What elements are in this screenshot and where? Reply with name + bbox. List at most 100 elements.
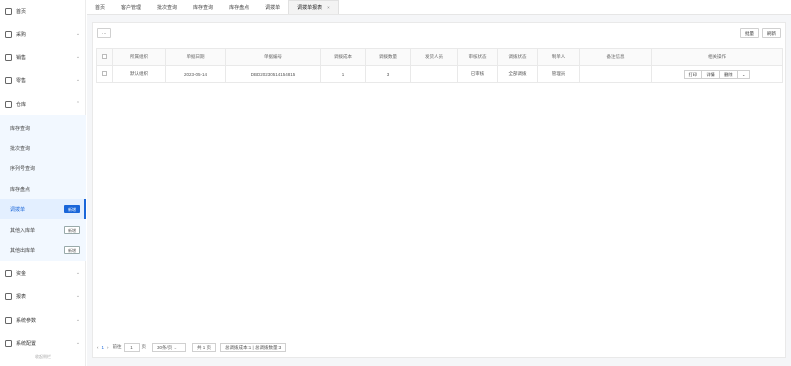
sidebar-item-label: 采购 — [16, 31, 27, 38]
chevron-down-icon: ⌄ — [75, 340, 81, 346]
delete-button[interactable]: 删除 — [719, 69, 738, 79]
sidebar-item-label: 系统配置 — [16, 340, 37, 347]
tab-label: 调拨单 — [265, 4, 281, 11]
page-size-select[interactable]: 30条/页 ⌄ — [152, 342, 187, 352]
row-select-cell[interactable] — [96, 65, 113, 83]
qty-cell: 3 — [365, 65, 411, 83]
number-cell: DBD20230514154815 — [225, 65, 321, 83]
goto-page-input[interactable]: 1 — [123, 342, 140, 352]
chevron-down-icon: ⌄ — [75, 270, 81, 276]
summary-label: 总调拨成本:1 | 总调拨数量:3 — [220, 342, 287, 352]
prev-page-button[interactable]: ‹ — [97, 345, 99, 350]
goto-label: 前往 — [112, 344, 122, 349]
tab-stock-query[interactable]: 库存查询 — [185, 0, 221, 14]
tab-transfer[interactable]: 调拨单 — [257, 0, 288, 14]
monitor-icon — [5, 7, 12, 15]
submenu-item-label: 其他出库单 — [10, 247, 36, 254]
tab-label: 库存盘点 — [229, 4, 250, 11]
sidebar-item-funds[interactable]: 资金 ⌄ — [0, 262, 86, 284]
tab-label: 调拨单报表 — [297, 5, 323, 11]
detail-button[interactable]: 详情 — [701, 69, 720, 79]
column-header[interactable]: 所属组织 — [112, 48, 166, 66]
collapse-sidebar-button[interactable]: 收起侧栏 — [0, 354, 86, 360]
upload-icon — [5, 53, 12, 61]
page-size-value: 30条/页 — [157, 344, 173, 350]
date-cell: 2023-05-14 — [165, 65, 226, 83]
submenu-item-serial-query[interactable]: 序列号查询 — [0, 158, 86, 178]
total-pages-label: 共 1 页 — [192, 342, 217, 352]
chevron-down-icon[interactable]: ⌄ — [736, 69, 751, 79]
column-header[interactable]: 制单人 — [537, 48, 580, 66]
page-unit-label: 页 — [141, 344, 147, 349]
submenu-item-batch-query[interactable]: 批次查询 — [0, 138, 86, 158]
sidebar-item-label: 报表 — [16, 293, 27, 300]
sidebar-item-sales[interactable]: 销售 ⌄ — [0, 46, 86, 68]
chevron-down-icon: ⌄ — [75, 317, 81, 323]
submenu-item-transfer[interactable]: 调拨单 新增 — [0, 199, 86, 219]
tab-stocktake[interactable]: 库存盘点 — [221, 0, 257, 14]
submenu-item-stocktake[interactable]: 库存盘点 — [0, 179, 86, 199]
column-header[interactable]: 备注信息 — [579, 48, 652, 66]
tab-bar: 首页 客户管理 批次查询 库存查询 库存盘点 调拨单 调拨单报表 × — [87, 0, 791, 15]
grid-icon — [5, 316, 12, 324]
column-header[interactable]: 发货人员 — [410, 48, 458, 66]
sidebar-item-reports[interactable]: 报表 ⌄ — [0, 285, 86, 307]
chart-icon — [5, 292, 12, 300]
tab-label: 库存查询 — [193, 4, 214, 11]
submenu-item-stock-query[interactable]: 库存查询 — [0, 118, 86, 138]
column-header[interactable]: 单据日期 — [165, 48, 226, 66]
add-badge[interactable]: 新增 — [64, 246, 80, 254]
remark-cell — [579, 65, 652, 83]
sidebar-item-label: 仓库 — [16, 101, 27, 108]
tab-label: 首页 — [95, 4, 106, 11]
column-header: 相关操作 — [651, 48, 783, 66]
transfer-status-cell: 全部调拨 — [497, 65, 538, 83]
submenu-item-other-inbound[interactable]: 其他入库单 新增 — [0, 220, 86, 240]
tab-batch-query[interactable]: 批次查询 — [149, 0, 185, 14]
sidebar-item-home[interactable]: 首页 — [0, 0, 86, 22]
chevron-down-icon: ⌄ — [173, 344, 178, 350]
sidebar-item-label: 系统参数 — [16, 317, 37, 324]
batch-button[interactable]: 批量 — [740, 28, 759, 38]
shipper-cell — [410, 65, 458, 83]
print-button[interactable]: 打印 — [683, 69, 702, 79]
refresh-button[interactable]: 刷新 — [762, 28, 781, 38]
column-header[interactable]: 调拨成本 — [320, 48, 366, 66]
sidebar-item-retail[interactable]: 零售 ⌄ — [0, 69, 86, 91]
select-all-cell[interactable] — [96, 48, 113, 66]
sidebar-item-purchase[interactable]: 采购 ⌄ — [0, 23, 86, 45]
chevron-down-icon: ⌄ — [75, 77, 81, 83]
audit-status-cell: 已审核 — [457, 65, 498, 83]
chevron-up-icon: ⌃ — [75, 101, 81, 107]
add-badge[interactable]: 新增 — [64, 205, 80, 213]
table-row[interactable]: 默认组织 2023-05-14 DBD20230514154815 1 3 已审… — [96, 65, 783, 83]
row-checkbox[interactable] — [102, 71, 107, 76]
maker-cell: 管理员 — [537, 65, 580, 83]
sidebar-item-system-config[interactable]: 系统配置 ⌄ — [0, 332, 86, 354]
sidebar-item-system-params[interactable]: 系统参数 ⌄ — [0, 309, 86, 331]
submenu-item-other-outbound[interactable]: 其他出库单 新增 — [0, 240, 86, 260]
settings-icon — [5, 339, 12, 347]
tab-transfer-report[interactable]: 调拨单报表 × — [288, 0, 339, 14]
tab-customers[interactable]: 客户管理 — [113, 0, 149, 14]
bag-icon — [5, 76, 12, 84]
more-options-button[interactable]: ··· — [97, 28, 111, 38]
select-all-checkbox[interactable] — [102, 54, 107, 59]
column-header[interactable]: 单据编号 — [225, 48, 321, 66]
column-header[interactable]: 审核状态 — [457, 48, 498, 66]
cost-cell: 1 — [320, 65, 366, 83]
add-badge[interactable]: 新增 — [64, 226, 80, 234]
column-header[interactable]: 调拨状态 — [497, 48, 538, 66]
close-icon[interactable]: × — [327, 5, 330, 10]
sidebar-item-label: 零售 — [16, 77, 27, 84]
transfer-report-table: 所属组织 单据日期 单据编号 调拨成本 调拨数量 发货人员 审核状态 调拨状态 … — [96, 48, 783, 83]
tab-home[interactable]: 首页 — [87, 0, 113, 14]
sidebar-item-warehouse[interactable]: 仓库 ⌃ — [0, 93, 86, 115]
next-page-button[interactable]: › — [107, 345, 109, 350]
table-header-row: 所属组织 单据日期 单据编号 调拨成本 调拨数量 发货人员 审核状态 调拨状态 … — [96, 48, 783, 66]
column-header[interactable]: 调拨数量 — [365, 48, 411, 66]
page-number[interactable]: 1 — [102, 345, 105, 350]
download-icon — [5, 30, 12, 38]
submenu-item-label: 序列号查询 — [10, 165, 36, 172]
submenu-item-label: 库存查询 — [10, 125, 31, 132]
